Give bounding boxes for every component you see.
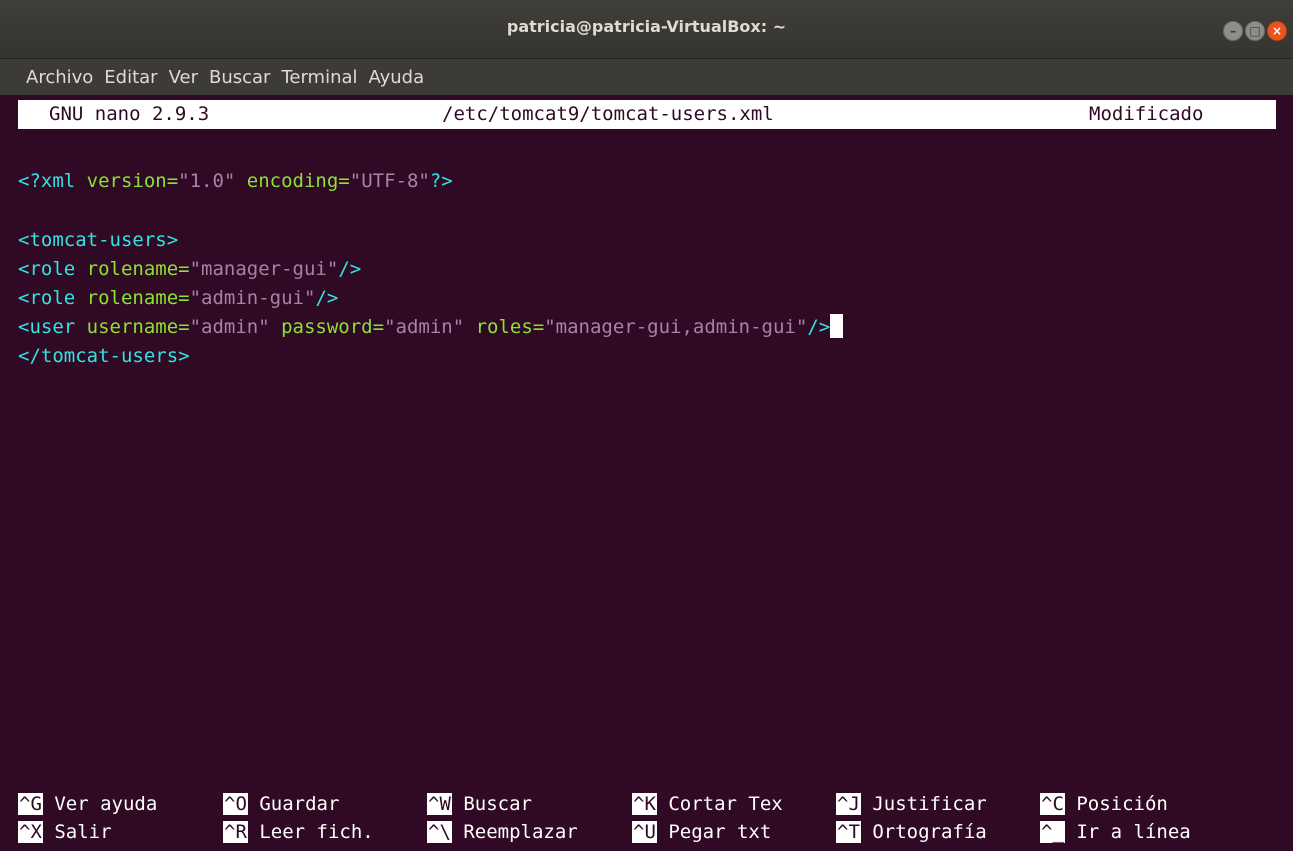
shortcut-spell[interactable]: ^T Ortografía (836, 819, 987, 846)
shortcut-search[interactable]: ^W Buscar (427, 791, 532, 818)
value-rolename: "manager-gui" (189, 258, 339, 280)
menu-archivo[interactable]: Archivo (26, 67, 93, 88)
nano-version: GNU nano 2.9.3 (49, 103, 210, 125)
menu-buscar[interactable]: Buscar (209, 67, 270, 88)
terminal-window: patricia@patricia-VirtualBox: ~ – □ × Ar… (0, 0, 1293, 851)
shortcut-justify[interactable]: ^J Justificar (836, 791, 987, 818)
shortcut-position[interactable]: ^C Posición (1040, 791, 1168, 818)
attr-password: password= (269, 316, 385, 338)
shortcut-label: Ir a línea (1076, 821, 1191, 843)
role-tag-open: <role (18, 258, 76, 280)
editor-line-3: <role rolename="manager-gui"/> (18, 255, 361, 283)
value-rolename: "admin-gui" (189, 287, 316, 309)
shortcut-key: ^T (836, 821, 861, 843)
shortcut-key: ^K (632, 793, 657, 815)
shortcut-key: ^W (427, 793, 452, 815)
close-icon: × (1271, 24, 1283, 38)
user-tag-open: <user (18, 316, 76, 338)
shortcut-label: Reemplazar (463, 821, 578, 843)
shortcut-label: Guardar (259, 793, 340, 815)
xml-decl-close: ?> (429, 170, 453, 192)
shortcut-label: Ver ayuda (54, 793, 158, 815)
shortcut-key: ^\ (427, 821, 452, 843)
attr-rolename: rolename= (75, 258, 190, 280)
minimize-icon: – (1230, 24, 1236, 38)
attr-version: version= (75, 170, 179, 192)
terminal-content[interactable]: GNU nano 2.9.3 /etc/tomcat9/tomcat-users… (8, 95, 1293, 851)
maximize-icon: □ (1249, 24, 1261, 38)
attr-rolename: rolename= (75, 287, 190, 309)
shortcut-cut[interactable]: ^K Cortar Tex (632, 791, 783, 818)
shortcut-key: ^_ (1040, 821, 1065, 843)
close-button[interactable]: × (1267, 21, 1287, 41)
value-username: "admin" (189, 316, 270, 338)
shortcut-label: Justificar (872, 793, 987, 815)
user-tag-close: /> (807, 316, 831, 338)
shortcut-help[interactable]: ^G Ver ayuda (18, 791, 157, 818)
tomcat-users-open-tag: <tomcat-users> (18, 229, 179, 251)
nano-filename: /etc/tomcat9/tomcat-users.xml (442, 103, 774, 125)
shortcut-key: ^O (223, 793, 248, 815)
editor-line-6: </tomcat-users> (18, 342, 190, 370)
shortcut-row-1: ^G Ver ayuda ^O Guardar ^W Buscar ^K Cor… (18, 791, 1168, 818)
shortcut-save[interactable]: ^O Guardar (223, 791, 339, 818)
value-version: "1.0" (178, 170, 236, 192)
tomcat-users-close-tag: </tomcat-users> (18, 345, 190, 367)
value-password: "admin" (384, 316, 465, 338)
title-bar[interactable]: patricia@patricia-VirtualBox: ~ – □ × (0, 0, 1293, 59)
nano-header: GNU nano 2.9.3 /etc/tomcat9/tomcat-users… (18, 100, 1276, 129)
shortcut-key: ^C (1040, 793, 1065, 815)
menu-bar: Archivo Editar Ver Buscar Terminal Ayuda (0, 59, 1293, 95)
shortcut-label: Posición (1076, 793, 1168, 815)
shortcut-key: ^X (18, 821, 43, 843)
role-tag-close: /> (315, 287, 339, 309)
editor-line-4: <role rolename="admin-gui"/> (18, 284, 338, 312)
nano-status: Modificado (1089, 103, 1204, 125)
shortcut-label: Ortografía (872, 821, 987, 843)
editor-line-2: <tomcat-users> (18, 226, 178, 254)
shortcut-key: ^R (223, 821, 248, 843)
text-cursor (830, 314, 844, 338)
attr-username: username= (75, 316, 190, 338)
menu-ayuda[interactable]: Ayuda (369, 67, 425, 88)
menu-terminal[interactable]: Terminal (281, 67, 357, 88)
menu-editar[interactable]: Editar (104, 67, 157, 88)
xml-decl-open: <?xml (18, 170, 76, 192)
shortcut-row-2: ^X Salir ^R Leer fich. ^\ Reemplazar ^U … (18, 819, 1191, 846)
shortcut-exit[interactable]: ^X Salir (18, 819, 112, 846)
shortcut-label: Salir (54, 821, 112, 843)
role-tag-close: /> (338, 258, 362, 280)
shortcut-goto-line[interactable]: ^_ Ir a línea (1040, 819, 1191, 846)
value-encoding: "UTF-8" (349, 170, 430, 192)
shortcut-label: Leer fich. (259, 821, 374, 843)
shortcut-read-file[interactable]: ^R Leer fich. (223, 819, 374, 846)
maximize-button[interactable]: □ (1245, 21, 1265, 41)
shortcut-key: ^U (632, 821, 657, 843)
window-title: patricia@patricia-VirtualBox: ~ (506, 17, 787, 36)
shortcut-key: ^J (836, 793, 861, 815)
value-roles: "manager-gui,admin-gui" (544, 316, 808, 338)
minimize-button[interactable]: – (1223, 21, 1243, 41)
shortcut-label: Buscar (463, 793, 532, 815)
shortcut-key: ^G (18, 793, 43, 815)
menu-ver[interactable]: Ver (169, 67, 198, 88)
attr-roles: roles= (464, 316, 545, 338)
shortcut-paste[interactable]: ^U Pegar txt (632, 819, 771, 846)
editor-line-5: <user username="admin" password="admin" … (18, 313, 844, 341)
shortcut-label: Cortar Tex (668, 793, 783, 815)
attr-encoding: encoding= (235, 170, 350, 192)
editor-line-1: <?xml version="1.0" encoding="UTF-8"?> (18, 167, 453, 195)
shortcut-label: Pegar txt (668, 821, 772, 843)
shortcut-replace[interactable]: ^\ Reemplazar (427, 819, 578, 846)
role-tag-open: <role (18, 287, 76, 309)
